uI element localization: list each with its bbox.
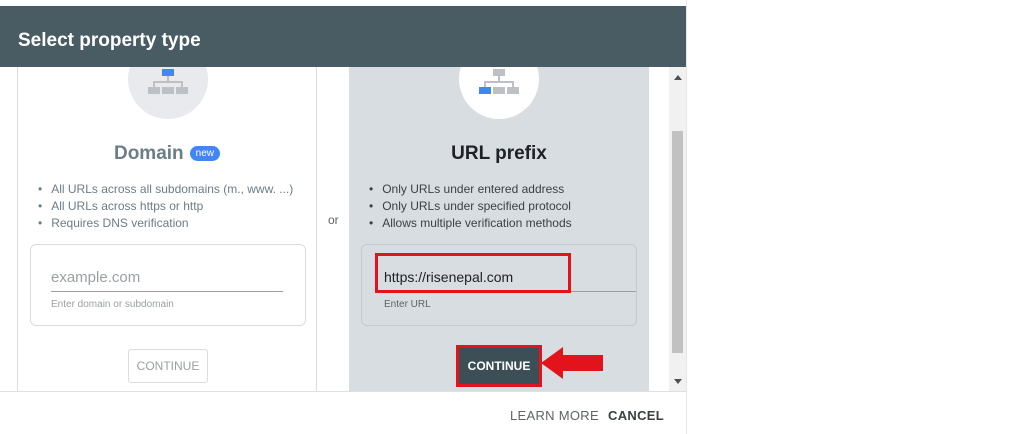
domain-icon-circle [128, 67, 208, 119]
list-item: Only URLs under specified protocol [369, 198, 572, 215]
url-input-box: https://risenepal.com Enter URL [361, 244, 637, 326]
url-prefix-option-panel[interactable]: URL prefix Only URLs under entered addre… [349, 67, 649, 391]
list-item: All URLs across all subdomains (m., www.… [38, 181, 293, 198]
page-divider [686, 0, 687, 434]
domain-title: Domain new [18, 143, 316, 165]
list-item: Allows multiple verification methods [369, 215, 571, 232]
sitemap-icon [148, 69, 188, 94]
domain-input-hint: Enter domain or subdomain [51, 299, 174, 310]
scroll-thumb[interactable] [672, 131, 683, 353]
dialog-scrollbar[interactable] [669, 67, 686, 391]
domain-title-text: Domain [113, 143, 184, 164]
red-arrow-left-icon [541, 347, 603, 379]
url-input[interactable]: https://risenepal.com [382, 266, 636, 292]
learn-more-button[interactable]: LEARN MORE [510, 408, 599, 423]
or-separator: or [328, 213, 339, 227]
url-input-hint: Enter URL [384, 299, 431, 310]
dialog-title: Select property type [0, 6, 686, 67]
list-item: Only URLs under entered address [369, 181, 572, 198]
url-prefix-continue-button[interactable]: CONTINUE [461, 350, 537, 382]
domain-input-box: example.com Enter domain or subdomain [30, 244, 306, 326]
sitemap-icon [479, 69, 519, 94]
dialog-body: Domain new All URLs across all subdomains… [0, 67, 686, 391]
domain-continue-button[interactable]: CONTINUE [128, 349, 208, 383]
domain-feature-list: All URLs across all subdomains (m., www.… [38, 181, 293, 232]
scroll-up-icon[interactable] [674, 75, 682, 80]
cancel-button[interactable]: CANCEL [608, 408, 664, 423]
dialog-footer: LEARN MORE CANCEL [0, 391, 686, 434]
url-prefix-icon-circle [459, 67, 539, 119]
url-prefix-feature-list: Only URLs under entered address Only URL… [369, 181, 572, 232]
url-prefix-title: URL prefix [451, 143, 547, 164]
new-badge: new [189, 146, 221, 161]
domain-input[interactable]: example.com [51, 266, 283, 292]
list-item: All URLs across https or http [38, 198, 293, 215]
continue-highlight: CONTINUE [456, 345, 542, 387]
scroll-down-icon[interactable] [674, 379, 682, 384]
domain-option-panel[interactable]: Domain new All URLs across all subdomains… [17, 67, 317, 391]
list-item: Requires DNS verification [38, 215, 293, 232]
